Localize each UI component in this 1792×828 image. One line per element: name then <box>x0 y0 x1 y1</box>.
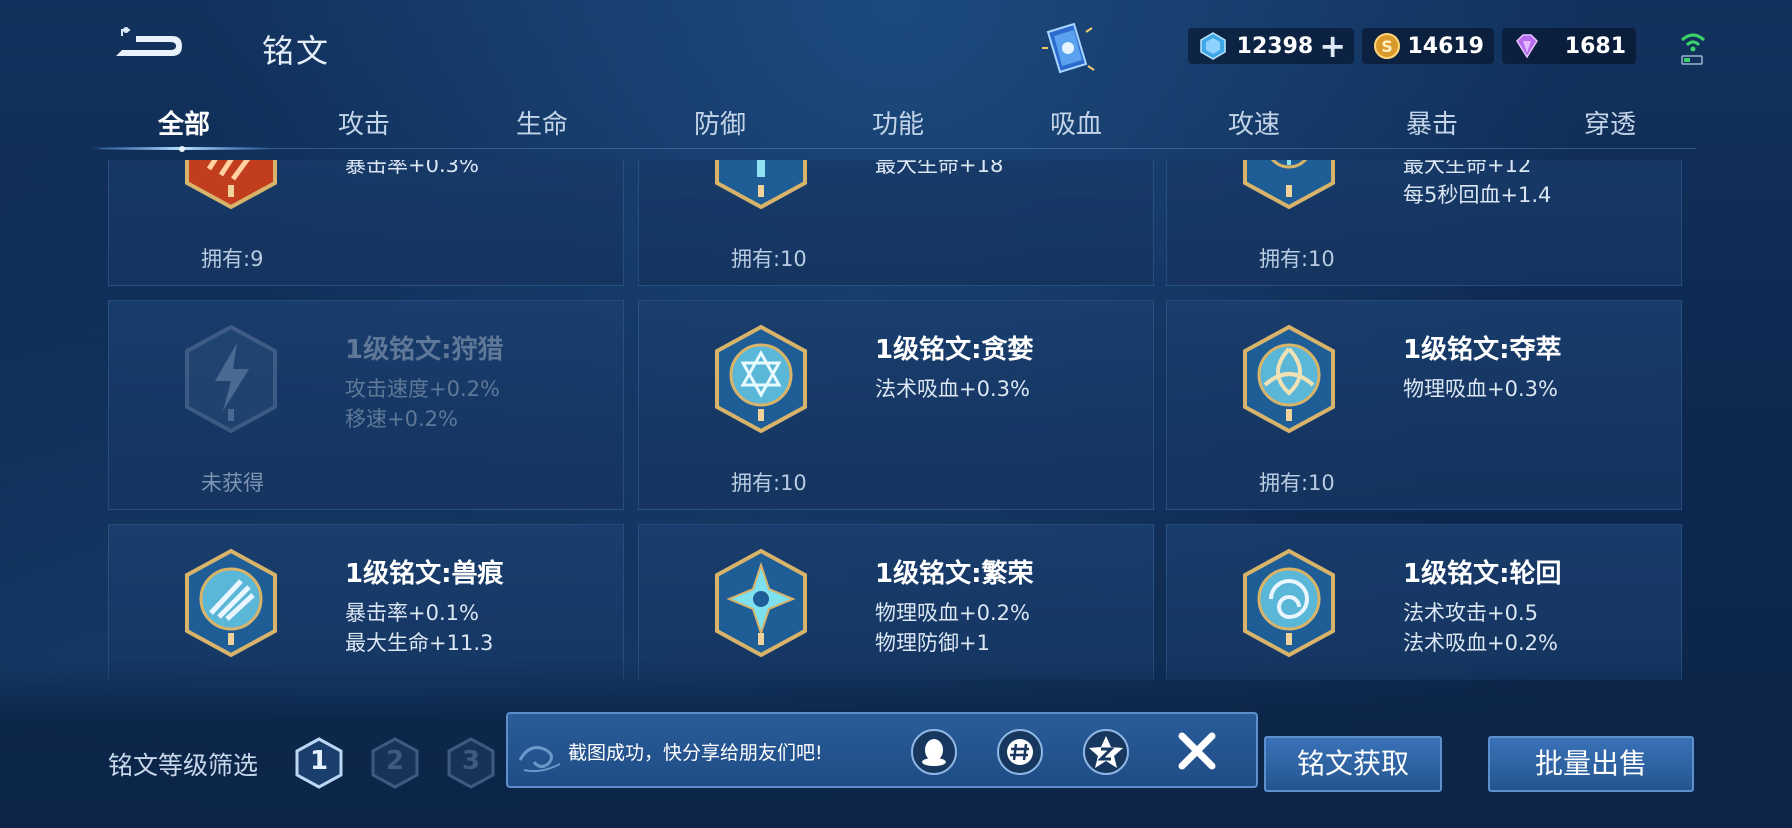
swirl-decoration-icon <box>518 746 561 773</box>
inscription-name: 1级铭文:贪婪 <box>875 335 1034 365</box>
category-tabs: 全部 攻击 生命 防御 功能 吸血 攻速 暴击 穿透 <box>108 98 1700 150</box>
level-1-filter[interactable]: 1 <box>292 736 346 790</box>
inscription-card[interactable]: 1级铭文:兽痕 暴击率+0.1% 最大生命+11.3 <box>108 524 624 680</box>
qq-icon <box>911 729 957 775</box>
inscription-attr: 物理吸血+0.2% <box>875 601 1030 625</box>
inscription-attr: 最大生命+11.3 <box>345 631 494 655</box>
inscription-attr: 暴击率+0.1% <box>345 601 479 625</box>
wechat-moments-icon <box>997 729 1043 775</box>
level-3-label: 3 <box>461 746 481 776</box>
inscription-card[interactable]: 最大生命+12 每5秒回血+1.4 拥有:10 <box>1166 160 1682 286</box>
spiral-emblem-icon <box>1243 548 1335 658</box>
tab-attack[interactable]: 攻击 <box>304 104 424 141</box>
tab-attack-speed[interactable]: 攻速 <box>1194 104 1314 141</box>
add-diamond-button[interactable]: + <box>1319 30 1346 62</box>
diamond-currency: 12398 + <box>1188 28 1354 64</box>
blue-cup-emblem-icon <box>715 160 807 210</box>
inscription-attr: 每5秒回血+1.4 <box>1403 183 1552 207</box>
gold-amount: 14619 <box>1407 33 1484 59</box>
inscription-name: 1级铭文:兽痕 <box>345 559 504 589</box>
gem-currency: 1681 <box>1502 28 1636 64</box>
tab-defense[interactable]: 防御 <box>660 104 780 141</box>
close-toast-button[interactable] <box>1172 726 1222 776</box>
inscription-card[interactable]: 暴击率+0.3% 拥有:9 <box>108 160 624 286</box>
toast-message: 截图成功，快分享给朋友们吧! <box>568 742 823 764</box>
page-title: 铭文 <box>262 32 331 70</box>
tab-health[interactable]: 生命 <box>482 104 602 141</box>
inscription-attr: 最大生命+18 <box>875 160 1004 177</box>
bulk-sell-button[interactable]: 批量出售 <box>1488 736 1694 792</box>
inscription-book-icon[interactable] <box>1034 18 1098 78</box>
gold-currency: S 14619 <box>1362 28 1494 64</box>
inscription-card[interactable]: 最大生命+18 拥有:10 <box>638 160 1154 286</box>
gold-coin-icon: S <box>1374 33 1400 59</box>
inscription-card-locked[interactable]: 1级铭文:狩猎 攻击速度+0.2% 移速+0.2% 未获得 <box>108 300 624 510</box>
share-qq-button[interactable] <box>910 728 958 776</box>
owned-count: 拥有:10 <box>1259 247 1335 271</box>
red-claw-emblem-icon <box>185 160 277 210</box>
level-2-label: 2 <box>385 746 405 776</box>
owned-count: 拥有:9 <box>201 247 264 271</box>
level-1-label: 1 <box>309 746 329 776</box>
inscription-screen: 铭文 12398 + S 14619 1681 全部 攻击 生命 防御 功能 吸… <box>0 0 1792 828</box>
inscription-card[interactable]: 1级铭文:夺萃 物理吸血+0.3% 拥有:10 <box>1166 300 1682 510</box>
gem-amount: 1681 <box>1564 33 1626 59</box>
level-2-filter[interactable]: 2 <box>368 736 422 790</box>
tab-penetration[interactable]: 穿透 <box>1550 104 1670 141</box>
claw-mark-emblem-icon <box>185 548 277 658</box>
inscription-card[interactable]: 1级铭文:轮回 法术攻击+0.5 法术吸血+0.2% <box>1166 524 1682 680</box>
svg-text:S: S <box>1381 37 1393 56</box>
level-3-filter[interactable]: 3 <box>444 736 498 790</box>
owned-count: 拥有:10 <box>731 247 807 271</box>
tab-all[interactable]: 全部 <box>124 104 244 141</box>
back-arrow-icon <box>116 27 182 56</box>
hexagram-emblem-icon <box>715 324 807 434</box>
close-icon <box>1178 732 1216 770</box>
inscription-name: 1级铭文:夺萃 <box>1403 335 1562 365</box>
inscription-attr: 法术吸血+0.2% <box>1403 631 1558 655</box>
diamond-icon <box>1200 32 1226 60</box>
level-filter-label: 铭文等级筛选 <box>108 751 259 780</box>
active-tab-indicator <box>88 146 276 152</box>
owned-count: 拥有:10 <box>1259 471 1335 495</box>
screenshot-share-toast: 截图成功，快分享给朋友们吧! <box>506 712 1258 788</box>
inscription-name: 1级铭文:狩猎 <box>345 335 504 365</box>
get-inscription-button[interactable]: 铭文获取 <box>1264 736 1442 792</box>
lightning-emblem-icon <box>185 324 277 434</box>
owned-count: 未获得 <box>201 471 264 495</box>
inscription-attr: 物理吸血+0.3% <box>1403 377 1558 401</box>
share-moments-button[interactable] <box>996 728 1044 776</box>
tabs-divider <box>100 148 1696 149</box>
inscription-attr: 最大生命+12 <box>1403 160 1532 177</box>
inscription-name: 1级铭文:繁荣 <box>875 559 1034 589</box>
share-qzone-button[interactable] <box>1082 728 1130 776</box>
inscription-attr: 物理防御+1 <box>875 631 990 655</box>
tab-utility[interactable]: 功能 <box>838 104 958 141</box>
wifi-signal-icon <box>1678 26 1708 66</box>
blue-rune-emblem-icon <box>1243 160 1335 210</box>
inscription-attr: 移速+0.2% <box>345 407 458 431</box>
owned-count: 拥有:10 <box>731 471 807 495</box>
qzone-icon <box>1083 729 1129 775</box>
tab-critical[interactable]: 暴击 <box>1372 104 1492 141</box>
inscription-grid[interactable]: 暴击率+0.3% 拥有:9 最大生命+18 拥有:10 最大生命+12 每5秒回… <box>100 160 1692 680</box>
diamond-amount: 12398 <box>1236 33 1314 59</box>
tab-lifesteal[interactable]: 吸血 <box>1016 104 1136 141</box>
inscription-attr: 法术攻击+0.5 <box>1403 601 1538 625</box>
inscription-attr: 暴击率+0.3% <box>345 160 479 177</box>
back-button[interactable] <box>112 22 192 66</box>
star-emblem-icon <box>715 548 807 658</box>
triquetra-emblem-icon <box>1243 324 1335 434</box>
inscription-attr: 攻击速度+0.2% <box>345 377 500 401</box>
inscription-card[interactable]: 1级铭文:繁荣 物理吸血+0.2% 物理防御+1 <box>638 524 1154 680</box>
inscription-name: 1级铭文:轮回 <box>1403 559 1562 589</box>
inscription-attr: 法术吸血+0.3% <box>875 377 1030 401</box>
purple-gem-icon <box>1516 34 1538 59</box>
inscription-card[interactable]: 1级铭文:贪婪 法术吸血+0.3% 拥有:10 <box>638 300 1154 510</box>
